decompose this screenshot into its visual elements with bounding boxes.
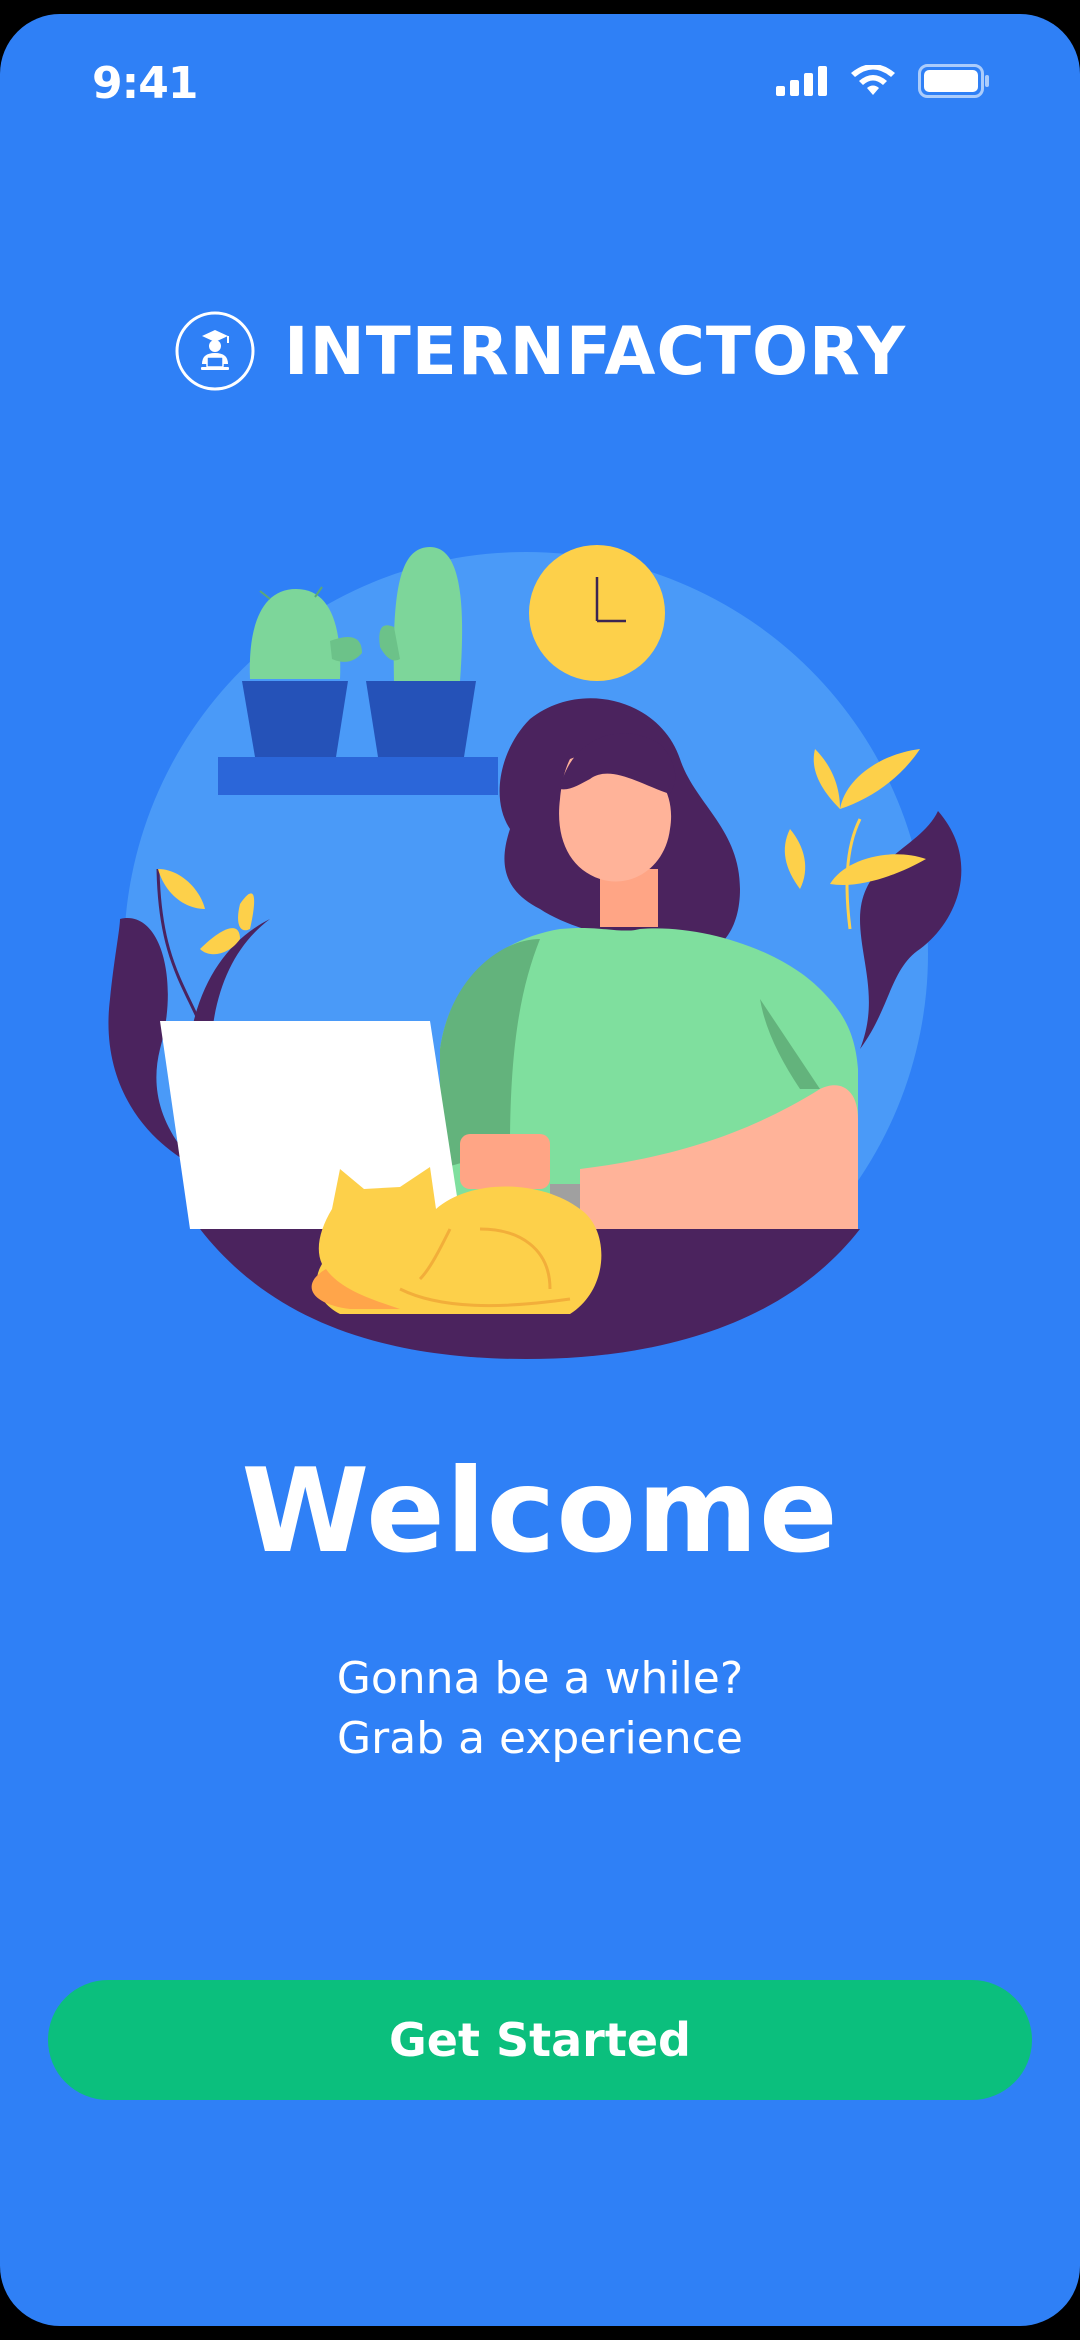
welcome-title: Welcome <box>241 1444 839 1579</box>
welcome-subtitle: Gonna be a while? Grab a experience <box>0 1649 1080 1769</box>
subtitle-line-2: Grab a experience <box>337 1713 743 1764</box>
wifi-icon <box>851 65 895 95</box>
signal-icon <box>776 66 827 96</box>
wall-shelf <box>218 757 498 795</box>
brand-header: INTERNFACTORY <box>0 310 1080 392</box>
status-time: 9:41 <box>92 58 198 109</box>
subtitle-line-1: Gonna be a while? <box>336 1653 744 1704</box>
hero-illustration <box>108 545 962 1359</box>
battery-icon <box>918 64 989 98</box>
phone-frame: 9:41 INTERNFACTORY Welcome Gonna be a wh… <box>0 0 1080 2340</box>
clock-icon <box>529 545 665 681</box>
get-started-button[interactable]: Get Started <box>48 1980 1032 2100</box>
welcome-screen: 9:41 INTERNFACTORY Welcome Gonna be a wh… <box>0 14 1080 2326</box>
intern-logo-icon <box>175 311 255 391</box>
brand-name: INTERNFACTORY <box>283 312 907 390</box>
status-icons <box>776 64 990 98</box>
